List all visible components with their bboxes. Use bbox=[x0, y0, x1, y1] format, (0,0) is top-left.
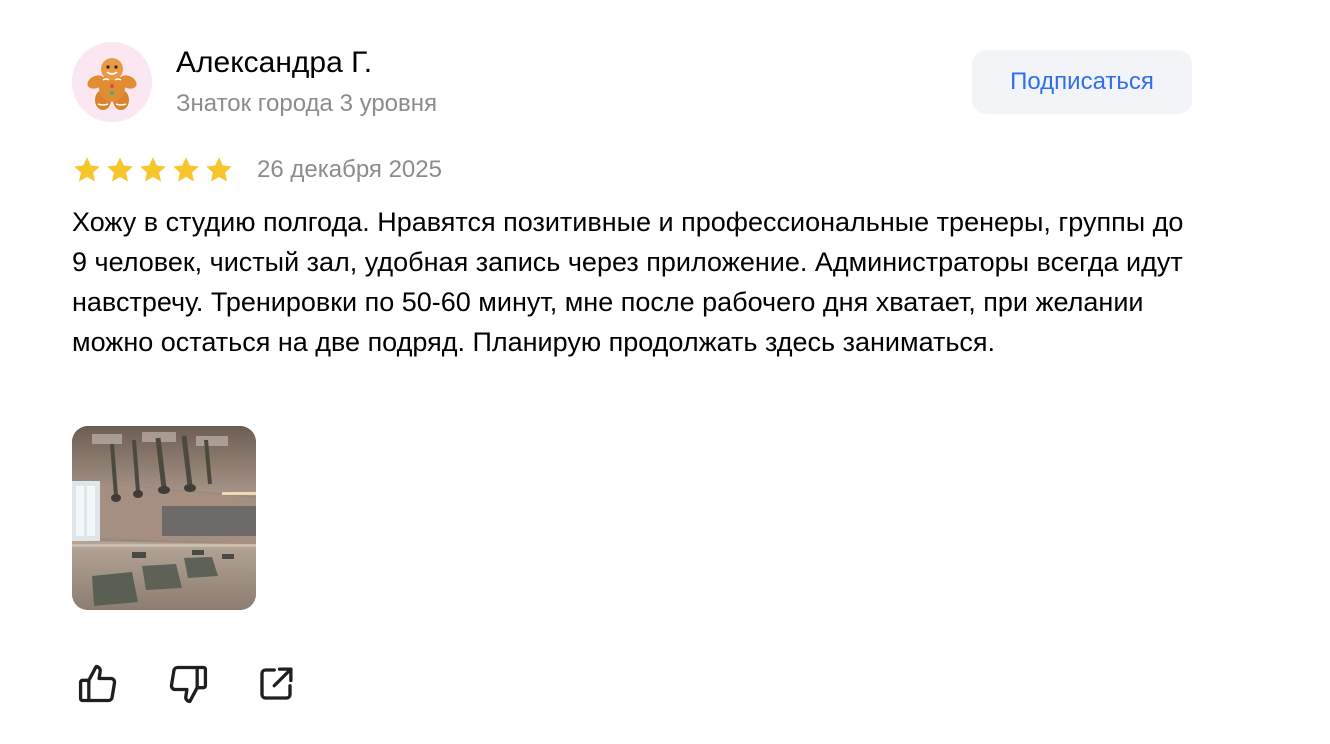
author-name[interactable]: Александра Г. bbox=[176, 46, 372, 80]
star-icon bbox=[74, 157, 100, 182]
subscribe-button[interactable]: Подписаться bbox=[972, 50, 1192, 114]
author-level: Знаток города 3 уровня bbox=[176, 90, 438, 117]
studio-photo-image bbox=[72, 426, 256, 610]
star-icon bbox=[206, 157, 232, 182]
review-photo[interactable] bbox=[72, 426, 256, 610]
thumbs-up-icon bbox=[78, 664, 117, 703]
thumbs-down-icon bbox=[169, 665, 208, 704]
star-icon bbox=[140, 157, 166, 182]
gingerbread-man-icon bbox=[72, 42, 152, 122]
like-button[interactable] bbox=[74, 660, 122, 708]
rating-stars bbox=[72, 153, 237, 187]
avatar[interactable] bbox=[72, 42, 152, 122]
review-date: 26 декабря 2025 bbox=[257, 156, 442, 183]
review-card: Александра Г. Знаток города 3 уровня Под… bbox=[0, 0, 1330, 744]
star-icon bbox=[173, 157, 199, 182]
dislike-button[interactable] bbox=[164, 660, 212, 708]
star-icon bbox=[107, 157, 133, 182]
review-text: Хожу в студию полгода. Нравятся позитивн… bbox=[72, 207, 1184, 357]
share-button[interactable] bbox=[252, 660, 300, 708]
share-icon bbox=[260, 667, 293, 700]
